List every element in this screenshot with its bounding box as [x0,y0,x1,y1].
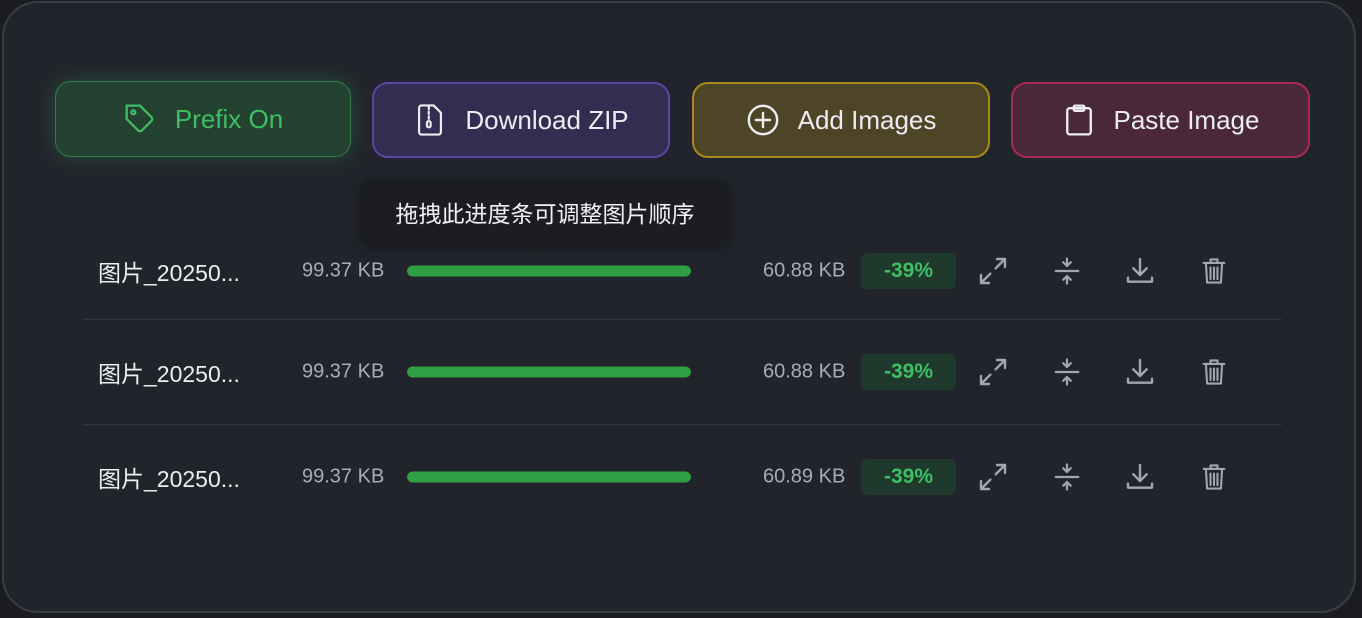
compress-icon[interactable] [1049,354,1085,390]
compressed-size: 60.89 KB [763,465,846,488]
savings-badge: -39% [861,354,956,390]
download-zip-button[interactable]: Download ZIP [372,82,670,158]
download-zip-label: Download ZIP [465,104,629,135]
compress-icon[interactable] [1049,253,1085,289]
tag-icon [123,102,157,136]
clipboard-icon [1062,103,1096,137]
compress-icon[interactable] [1049,459,1085,495]
prefix-toggle-button[interactable]: Prefix On [55,81,351,157]
paste-image-button[interactable]: Paste Image [1011,82,1310,158]
reorder-progress-bar[interactable] [407,366,691,378]
file-row: 图片_20250... 99.37 KB 60.88 KB -39% [84,319,1282,424]
trash-icon[interactable] [1196,253,1232,289]
download-icon[interactable] [1122,459,1158,495]
file-name: 图片_20250... [98,361,240,387]
reorder-tooltip: 拖拽此进度条可调整图片顺序 [360,180,730,252]
app-panel: Prefix On Download ZIP Add Images Paste … [2,1,1356,613]
progress-fill [407,265,691,277]
progress-fill [407,471,691,483]
zip-file-icon [413,103,447,137]
progress-fill [407,366,691,378]
expand-icon[interactable] [975,253,1011,289]
file-row: 图片_20250... 99.37 KB 60.89 KB -39% [84,424,1282,529]
compressed-size: 60.88 KB [763,360,846,383]
original-size: 99.37 KB [302,360,385,383]
compressed-size: 60.88 KB [763,259,846,282]
reorder-progress-bar[interactable] [407,471,691,483]
trash-icon[interactable] [1196,459,1232,495]
original-size: 99.37 KB [302,259,385,282]
plus-circle-icon [746,103,780,137]
tooltip-text: 拖拽此进度条可调整图片顺序 [395,201,695,227]
expand-icon[interactable] [975,459,1011,495]
download-icon[interactable] [1122,354,1158,390]
reorder-progress-bar[interactable] [407,265,691,277]
savings-badge: -39% [861,253,956,289]
file-name: 图片_20250... [98,260,240,286]
savings-badge: -39% [861,459,956,495]
expand-icon[interactable] [975,354,1011,390]
paste-image-label: Paste Image [1113,104,1260,135]
prefix-toggle-label: Prefix On [174,103,284,134]
download-icon[interactable] [1122,253,1158,289]
file-name: 图片_20250... [98,466,240,492]
add-images-label: Add Images [797,104,937,135]
add-images-button[interactable]: Add Images [692,82,990,158]
original-size: 99.37 KB [302,465,385,488]
trash-icon[interactable] [1196,354,1232,390]
